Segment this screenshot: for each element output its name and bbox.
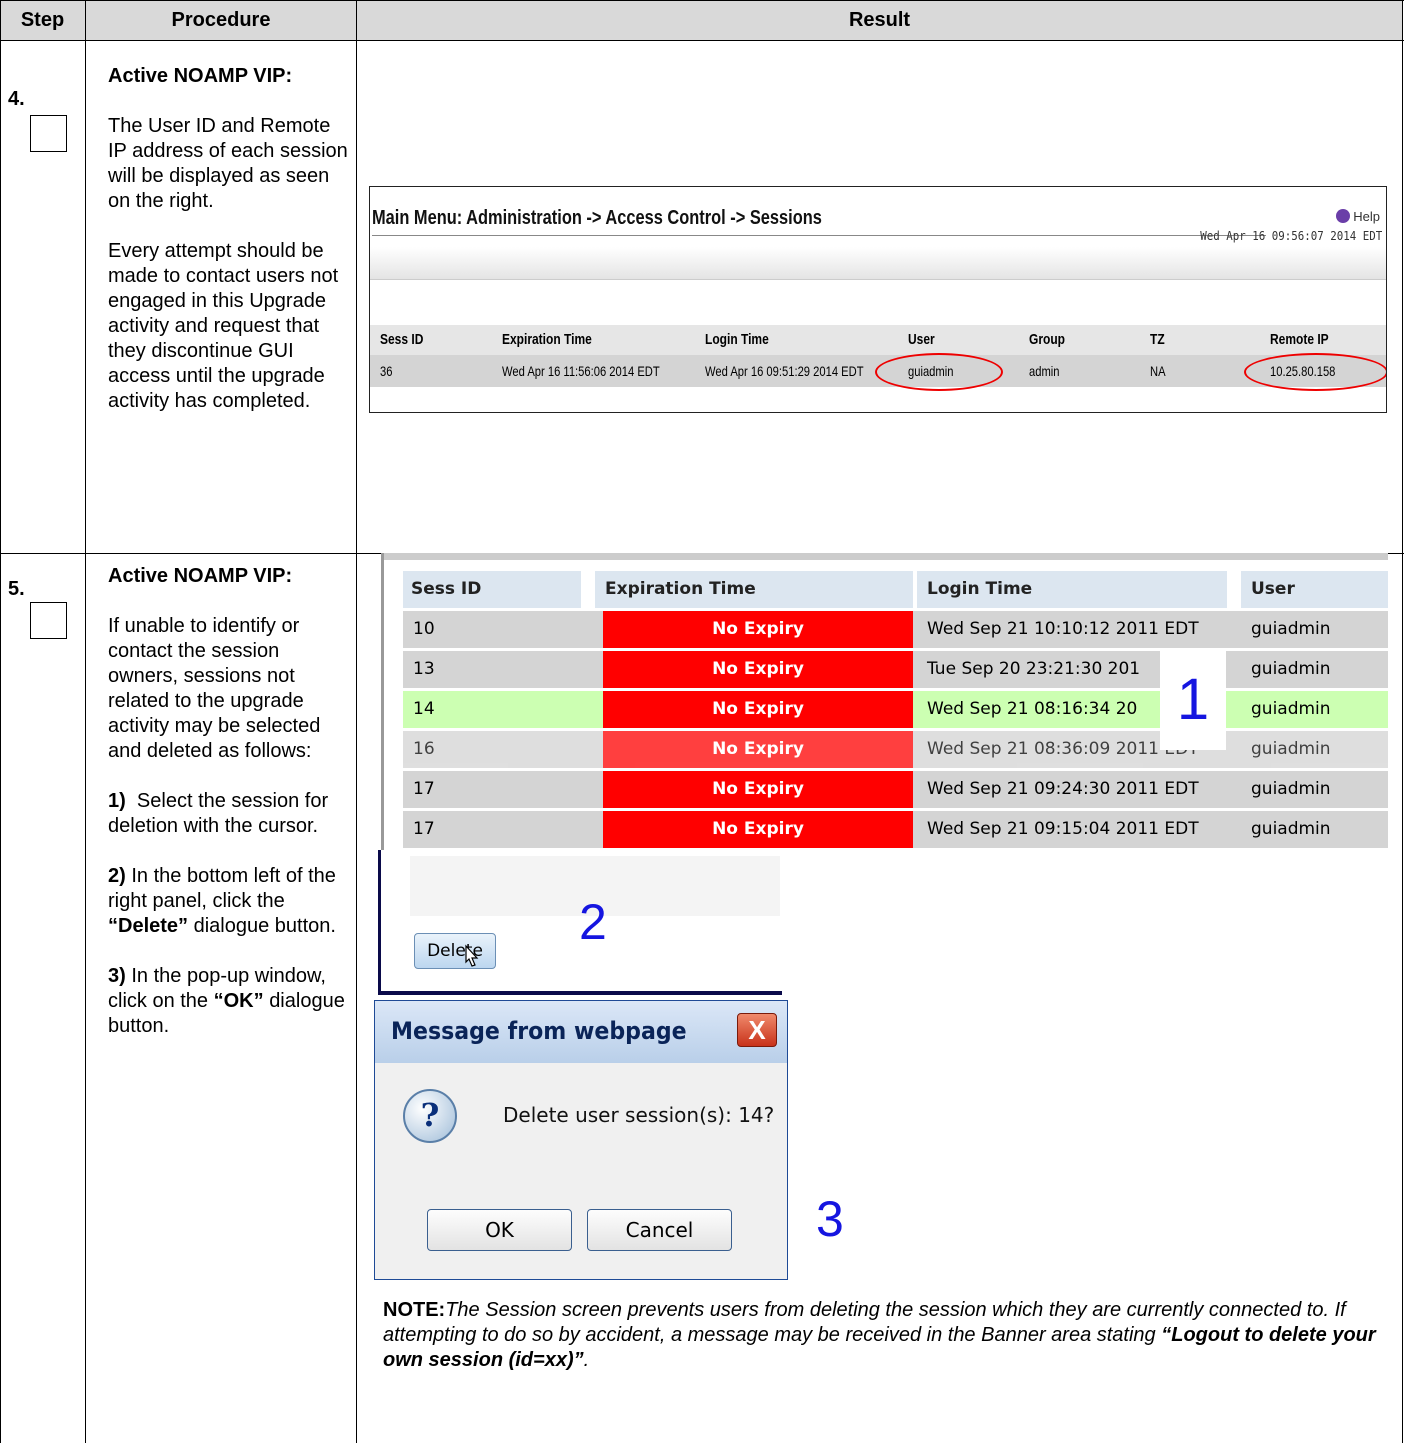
help-label: Help (1353, 209, 1380, 224)
highlight-oval-user (875, 353, 1003, 391)
confirm-dialog: Message from webpage X ? Delete user ses… (374, 1000, 788, 1280)
col-login: Login Time (705, 331, 769, 348)
panel-border-bottom (378, 991, 782, 995)
session-row[interactable]: 13 No Expiry Tue Sep 20 23:21:30 201 guiadm… (403, 651, 1388, 688)
session-list-border (381, 553, 384, 850)
col-expiration: Expiration Time (502, 331, 592, 348)
cell-expiration: No Expiry (603, 691, 913, 728)
cell-user: guiadmin (1241, 611, 1388, 648)
step-4-title: Active NOAMP VIP: (108, 65, 293, 87)
table-rule (356, 0, 357, 1443)
ok-button[interactable]: OK (427, 1209, 572, 1251)
cell-group: admin (1029, 363, 1060, 379)
dialog-message: Delete user session(s): 14? (503, 1103, 775, 1127)
cell-expiration: No Expiry (603, 651, 913, 688)
step-5-item3: 3) In the pop-up window, click on the “O… (108, 965, 345, 1037)
session-row[interactable]: 16 No Expiry Wed Sep 21 08:36:09 2011 EDT g… (403, 731, 1388, 768)
cell-tz: NA (1150, 363, 1166, 379)
cell-sess-id: 14 (403, 691, 595, 728)
col-sess-id: Sess ID (403, 571, 581, 608)
step-4-procedure: Active NOAMP VIP: The User ID and Remote… (108, 64, 348, 414)
session-list-header: Sess ID Expiration Time Login Time User (403, 571, 1388, 608)
question-icon: ? (403, 1089, 457, 1143)
page-title: Main Menu: Administration -> Access Cont… (372, 207, 822, 229)
step-4-para1: The User ID and Remote IP address of eac… (108, 115, 348, 212)
panel-border-left (378, 850, 381, 994)
step-5-intro: If unable to identify or contact the ses… (108, 615, 321, 762)
table-rule (1402, 0, 1403, 1443)
col-remote-ip: Remote IP (1270, 331, 1329, 348)
col-expiration: Expiration Time (595, 571, 913, 608)
col-group: Group (1029, 331, 1065, 348)
cell-user: guiadmin (1241, 691, 1388, 728)
dialog-title: Message from webpage (391, 1017, 687, 1045)
session-row[interactable]: 17 No Expiry Wed Sep 21 09:15:04 2011 EDT g… (403, 811, 1388, 848)
cell-login: Wed Sep 21 09:24:30 2011 EDT (917, 771, 1241, 808)
step-5-item2: 2) In the bottom left of the right panel… (108, 865, 336, 937)
cell-expiration: No Expiry (603, 611, 913, 648)
delete-button[interactable]: Delete (414, 933, 496, 969)
cancel-button[interactable]: Cancel (587, 1209, 732, 1251)
session-list-topbar (383, 553, 1388, 560)
highlight-oval-remote-ip (1244, 353, 1386, 391)
header-procedure: Procedure (86, 0, 356, 40)
cell-sess-id: 13 (403, 651, 595, 688)
cell-login: Wed Sep 21 10:10:12 2011 EDT (917, 611, 1241, 648)
col-sess-id: Sess ID (380, 331, 424, 348)
step-5-checkbox[interactable] (30, 602, 67, 639)
step-5-number: 5. (8, 578, 25, 600)
session-row[interactable]: 17 No Expiry Wed Sep 21 09:24:30 2011 EDT g… (403, 771, 1388, 808)
step-4-checkbox[interactable] (30, 115, 67, 152)
table-rule (0, 0, 1404, 1)
cell-login: Wed Apr 16 09:51:29 2014 EDT (705, 363, 864, 379)
cell-user: guiadmin (1241, 731, 1388, 768)
marker-1: 1 (1160, 650, 1226, 750)
cell-sess-id: 10 (403, 611, 595, 648)
cell-login: Wed Sep 21 09:15:04 2011 EDT (917, 811, 1241, 848)
table-header-row: Sess ID Expiration Time Login Time User … (370, 325, 1386, 355)
timestamp: Wed Apr 16 09:56:07 2014 EDT (1199, 229, 1382, 243)
col-login: Login Time (917, 571, 1227, 608)
step-4-para2: Every attempt should be made to contact … (108, 240, 339, 412)
table-rule (0, 40, 1404, 41)
table-rule (85, 0, 86, 1443)
step-5-procedure: Active NOAMP VIP: If unable to identify … (108, 564, 348, 1039)
col-tz: TZ (1150, 331, 1165, 348)
cell-user: guiadmin (1241, 811, 1388, 848)
col-user: User (1241, 571, 1388, 608)
header-step: Step (0, 0, 85, 40)
note-label: NOTE: (383, 1299, 446, 1321)
step-5-title: Active NOAMP VIP: (108, 565, 293, 587)
cell-expiration: Wed Apr 16 11:56:06 2014 EDT (502, 363, 660, 379)
cell-expiration: No Expiry (603, 811, 913, 848)
session-row[interactable]: 14 No Expiry Wed Sep 21 08:16:34 20 guiadmi… (403, 691, 1388, 728)
cell-sess-id: 17 (403, 771, 595, 808)
help-link[interactable]: Help (1336, 209, 1380, 224)
header-result: Result (357, 0, 1402, 40)
cursor-icon (465, 944, 479, 967)
cell-expiration: No Expiry (603, 731, 913, 768)
table-rule (0, 0, 1, 1443)
cell-sess-id: 17 (403, 811, 595, 848)
cell-expiration: No Expiry (603, 771, 913, 808)
dialog-titlebar: Message from webpage X (375, 1001, 787, 1063)
title-rule (372, 235, 1266, 236)
help-icon (1336, 209, 1351, 223)
cell-sess-id: 16 (403, 731, 595, 768)
marker-3: 3 (816, 1191, 844, 1247)
close-button[interactable]: X (737, 1013, 777, 1047)
cell-user: guiadmin (1241, 771, 1388, 808)
step-4-number: 4. (8, 88, 25, 110)
session-row[interactable]: 10 No Expiry Wed Sep 21 10:10:12 2011 EDT g… (403, 611, 1388, 648)
col-user: User (908, 331, 935, 348)
cell-user: guiadmin (1241, 651, 1388, 688)
step-5-item1: 1) Select the session for deletion with … (108, 790, 329, 837)
note: NOTE:The Session screen prevents users f… (383, 1298, 1383, 1373)
cell-sess-id: 36 (380, 363, 393, 379)
sessions-screenshot: Main Menu: Administration -> Access Cont… (369, 186, 1387, 413)
toolbar (370, 247, 1386, 280)
marker-2: 2 (579, 894, 607, 950)
note-end: . (583, 1349, 590, 1371)
